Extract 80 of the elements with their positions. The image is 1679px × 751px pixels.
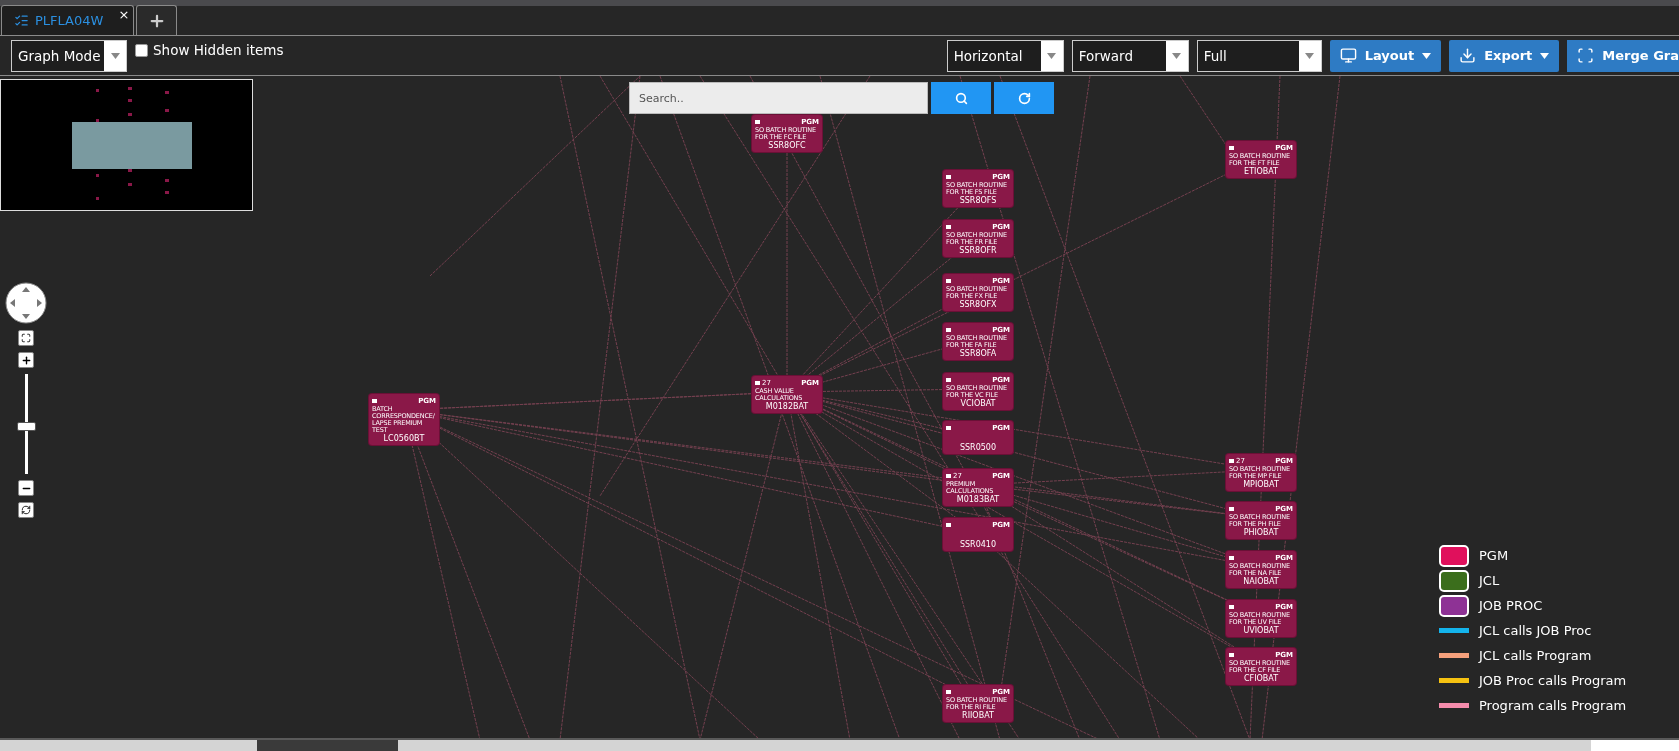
node-name: MPIOBAT — [1242, 480, 1280, 489]
node-name: SSR8OFX — [958, 300, 998, 309]
legend-label: JCL calls JOB Proc — [1479, 623, 1592, 638]
legend-label: PGM — [1479, 548, 1509, 563]
node-name: RIIOBAT — [961, 711, 995, 720]
node-icon — [946, 689, 951, 694]
node-icon — [1229, 145, 1234, 150]
zoom-out-button[interactable] — [18, 480, 34, 496]
node-name: SSR0500 — [958, 443, 998, 452]
caret-icon — [1172, 52, 1182, 59]
legend-label: JCL — [1479, 573, 1500, 588]
add-tab-button[interactable] — [136, 5, 178, 35]
node-name: SSR8OFR — [958, 246, 998, 255]
node-icon — [755, 119, 760, 124]
pan-control[interactable] — [5, 282, 47, 324]
node-name: SSR8OFC — [767, 141, 807, 150]
reset-button[interactable] — [18, 502, 34, 518]
fit-button[interactable] — [18, 330, 34, 346]
node-name: SSR8OFA — [958, 349, 998, 358]
checkbox[interactable] — [135, 43, 148, 57]
node-icon — [1229, 555, 1234, 560]
checkbox-label: Show Hidden items — [153, 42, 284, 58]
mode-select[interactable]: Graph Mode — [11, 39, 127, 72]
list-icon — [14, 13, 29, 28]
node-icon — [946, 174, 951, 179]
frame-icon — [1577, 47, 1595, 64]
refresh-icon — [21, 505, 31, 515]
node-icon — [946, 425, 951, 430]
node-icon — [1229, 458, 1234, 463]
search-field[interactable]: Search.. — [629, 82, 928, 114]
node-icon — [755, 380, 760, 385]
zoom-in-button[interactable] — [18, 352, 34, 368]
node-icon — [946, 278, 951, 283]
scrollbar[interactable] — [0, 738, 1679, 751]
node-name: M0182BAT — [764, 402, 810, 411]
scope-select[interactable]: Full — [1196, 39, 1322, 72]
slider-thumb[interactable] — [16, 422, 36, 431]
legend-label: JOB PROC — [1479, 598, 1543, 613]
minimap[interactable] — [0, 79, 253, 211]
caret-icon — [1047, 52, 1057, 59]
node-name: SSR0410 — [958, 540, 998, 549]
search-icon — [954, 91, 968, 105]
node-icon — [946, 327, 951, 332]
node-name: NAIOBAT — [1242, 577, 1280, 586]
toolbar-button[interactable]: Export — [1449, 39, 1560, 72]
monitor-icon — [1339, 47, 1357, 64]
node-icon — [1229, 506, 1234, 511]
node-name: CFIOBAT — [1242, 674, 1280, 683]
orientation-select[interactable]: Horizontal — [946, 39, 1064, 72]
node-name: VCIOBAT — [959, 399, 997, 408]
node-name: M0183BAT — [955, 495, 1001, 504]
scrollbar-thumb[interactable] — [257, 740, 398, 751]
caret-icon — [1305, 52, 1315, 59]
node-icon — [946, 224, 951, 229]
plus-icon — [20, 354, 32, 366]
caret-icon — [110, 52, 120, 59]
tab[interactable]: PLFLA04W × — [1, 5, 135, 35]
direction-select[interactable]: Forward — [1071, 39, 1189, 72]
fit-icon — [21, 333, 31, 343]
refresh-icon — [1017, 91, 1031, 105]
node-name: UVIOBAT — [1242, 626, 1280, 635]
node-icon — [1229, 604, 1234, 609]
caret-icon — [1540, 52, 1550, 59]
node-icon — [946, 473, 951, 478]
node-name: PHIOBAT — [1242, 528, 1280, 537]
download-icon — [1459, 47, 1477, 64]
legend-label: Program calls Program — [1479, 698, 1627, 713]
caret-icon — [1422, 52, 1432, 59]
toolbar-button[interactable]: Merge Gra — [1567, 39, 1679, 72]
node-icon — [372, 398, 377, 403]
node-icon — [1229, 652, 1234, 657]
legend-label: JOB Proc calls Program — [1479, 673, 1627, 688]
legend-label: JCL calls Program — [1479, 648, 1592, 663]
node-name: SSR8OFS — [958, 196, 998, 205]
node-icon — [946, 522, 951, 527]
close-button[interactable]: × — [118, 7, 130, 22]
node-name: ETIOBAT — [1243, 167, 1279, 176]
toolbar-button[interactable]: Layout — [1329, 39, 1442, 72]
node-icon — [946, 377, 951, 382]
node-name: LC0560BT — [382, 434, 426, 443]
